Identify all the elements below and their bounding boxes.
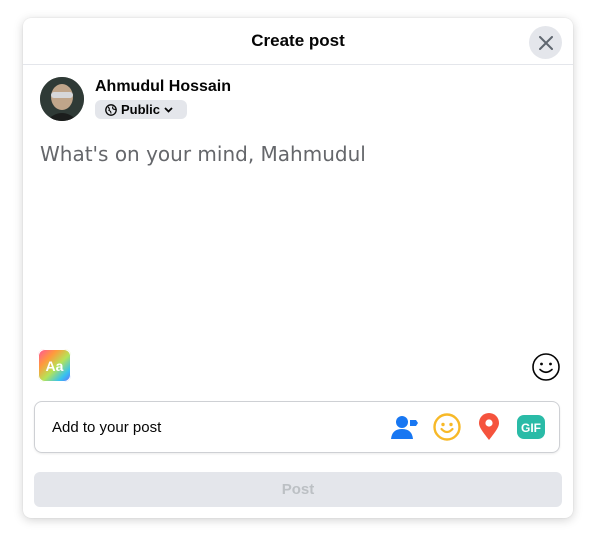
author-name[interactable]: Ahmudul Hossain — [95, 77, 231, 97]
dialog-title: Create post — [251, 31, 345, 50]
add-to-post-bar: Add to your post GIF — [34, 401, 560, 453]
globe-icon — [105, 103, 117, 116]
author-info: Ahmudul Hossain Public — [95, 77, 231, 121]
post-text-input[interactable]: What's on your mind, Mahmudul — [40, 142, 556, 166]
chevron-down-icon — [164, 107, 173, 113]
privacy-selector[interactable]: Public — [95, 100, 188, 120]
text-style-button[interactable]: Aa — [38, 349, 71, 382]
dialog-header: Create post — [23, 18, 573, 65]
tag-people-icon — [391, 416, 418, 439]
close-button[interactable] — [529, 26, 562, 59]
add-to-post-icons: GIF — [391, 413, 545, 441]
post-author: Ahmudul Hossain Public — [40, 77, 231, 121]
avatar[interactable] — [40, 77, 84, 121]
privacy-label: Public — [121, 102, 161, 118]
add-to-post-label: Add to your post — [52, 418, 162, 436]
smiley-icon — [532, 353, 560, 381]
feeling-icon — [433, 413, 461, 441]
text-style-label: Aa — [45, 357, 64, 374]
location-button[interactable] — [475, 413, 503, 441]
tag-people-button[interactable] — [391, 413, 419, 441]
emoji-button[interactable] — [531, 352, 561, 382]
location-icon — [479, 413, 499, 440]
post-button[interactable]: Post — [34, 472, 562, 507]
close-icon — [538, 35, 553, 50]
feeling-button[interactable] — [433, 413, 461, 441]
create-post-dialog: Create post Ahmudul Hossain Public What'… — [23, 18, 573, 518]
gif-label: GIF — [521, 420, 541, 435]
gif-button[interactable]: GIF — [517, 413, 545, 441]
